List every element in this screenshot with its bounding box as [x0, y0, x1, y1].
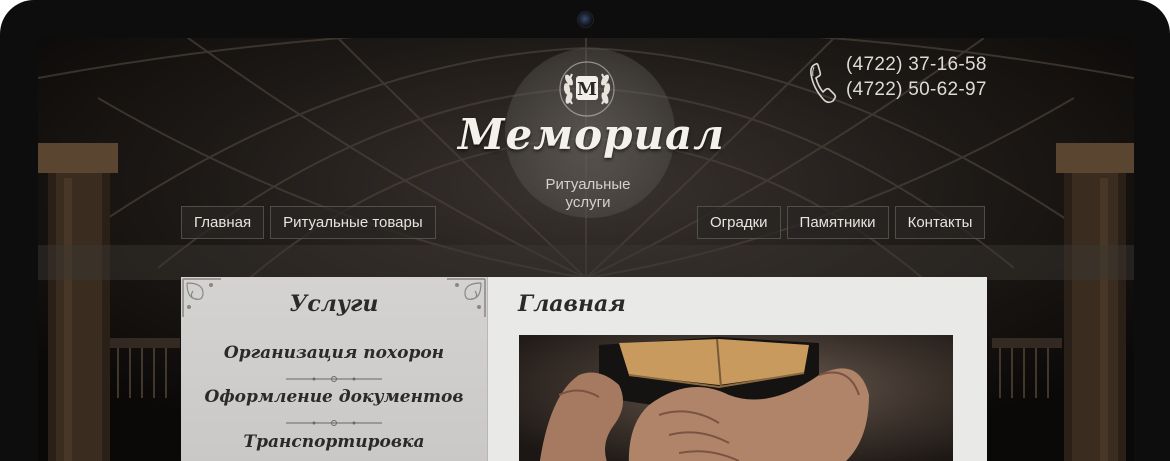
- nav-band: [38, 245, 1134, 280]
- phone-1[interactable]: (4722) 37-16-58: [846, 52, 987, 77]
- phone-numbers: (4722) 37-16-58 (4722) 50-62-97: [846, 52, 987, 102]
- phone-2[interactable]: (4722) 50-62-97: [846, 77, 987, 102]
- nav-item-monuments[interactable]: Памятники: [786, 206, 889, 239]
- nav-left: Главная Ритуальные товары: [181, 206, 436, 239]
- nav-item-home[interactable]: Главная: [181, 206, 265, 239]
- site-name[interactable]: Мемориал: [458, 110, 724, 159]
- sidebar-title: Услуги: [289, 291, 379, 317]
- tagline-line-2: услуги: [565, 194, 611, 211]
- service-link-transport[interactable]: Транспортировка: [181, 432, 487, 452]
- page-title: Главная: [518, 291, 626, 317]
- monitor-bezel: М Мемориал Ритуальные услуги (4722) 37-1…: [0, 0, 1170, 461]
- bible-hands-photo: [519, 335, 953, 461]
- ornament-divider-icon: [286, 420, 382, 426]
- screen: М Мемориал Ритуальные услуги (4722) 37-1…: [38, 38, 1134, 461]
- phone-icon: [810, 62, 837, 104]
- nav-item-contacts[interactable]: Контакты: [894, 206, 986, 239]
- camera-icon: [577, 11, 594, 28]
- service-link-funeral[interactable]: Организация похорон: [181, 343, 487, 363]
- services-sidebar: Услуги Организация похорон Оформление до…: [181, 277, 488, 461]
- ornament-divider-icon: [286, 376, 382, 382]
- nav-item-fences[interactable]: Оградки: [697, 206, 781, 239]
- nav-item-ritual-goods[interactable]: Ритуальные товары: [270, 206, 436, 239]
- site-tagline: Ритуальные услуги: [528, 176, 648, 212]
- nav-right: Оградки Памятники Контакты: [697, 206, 986, 239]
- service-link-documents[interactable]: Оформление документов: [181, 387, 487, 407]
- logo-letter: М: [577, 79, 597, 100]
- content-panel: Услуги Организация похорон Оформление до…: [181, 277, 987, 461]
- tagline-line-1: Ритуальные: [545, 176, 631, 193]
